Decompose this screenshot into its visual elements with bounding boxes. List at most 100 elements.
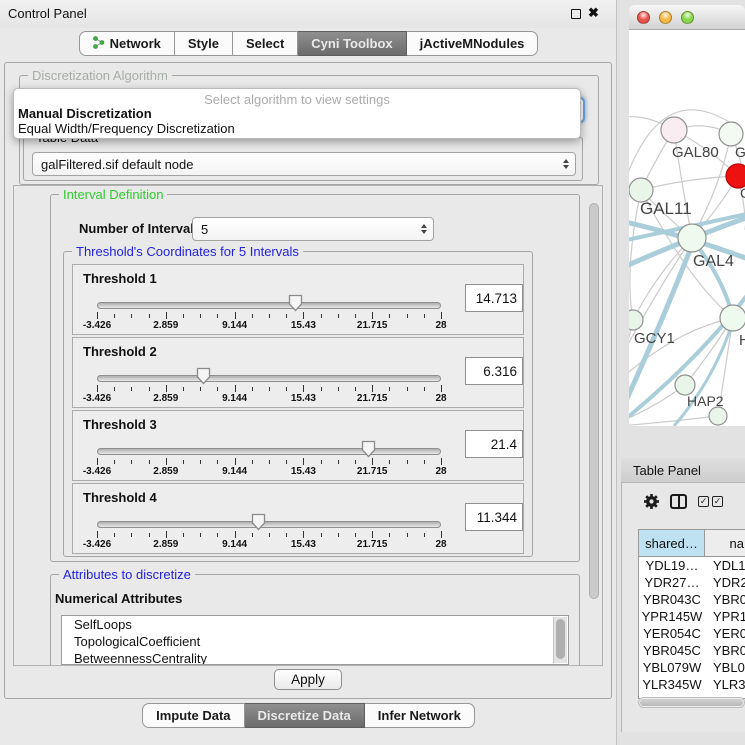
tab-cyni-toolbox[interactable]: Cyni Toolbox <box>298 31 406 56</box>
table-panel-title: Table Panel <box>633 463 701 478</box>
slider-track[interactable] <box>97 302 441 309</box>
slider-thumb[interactable] <box>361 440 376 458</box>
table-cell: YLR3 <box>705 676 745 693</box>
tick-mark <box>252 314 253 318</box>
popup-option-manual-discretization[interactable]: Manual Discretization <box>18 106 152 121</box>
tick-mark <box>252 387 253 391</box>
checkbox-icon[interactable]: ✓ <box>712 496 723 507</box>
network-node[interactable] <box>709 407 727 425</box>
tick-mark <box>97 531 98 538</box>
table-row[interactable]: YBL079WYBL0 <box>639 659 745 676</box>
node-attribute-table: shared…naYDL19…YDL1YDR27…YDR2YBR043CYBR0… <box>638 529 745 699</box>
tick-mark <box>372 312 373 319</box>
network-window-titlebar[interactable] <box>629 5 745 30</box>
table-row[interactable]: YDR27…YDR2 <box>639 574 745 591</box>
slider-thumb[interactable] <box>251 513 266 531</box>
network-canvas[interactable]: GAL80GACGAL11GAL4GCY1HHAP2 <box>629 30 745 426</box>
table-cell: YBL079W <box>639 659 705 676</box>
table-header-name[interactable]: na <box>705 530 745 556</box>
popup-option-equal-width-frequency[interactable]: Equal Width/Frequency Discretization <box>18 121 235 136</box>
network-node-ga[interactable] <box>719 122 743 146</box>
mac-minimize-button[interactable] <box>659 11 672 24</box>
tick-label: 21.715 <box>357 539 388 550</box>
table-cell: YBL0 <box>705 659 745 676</box>
table-cell: YBR045C <box>639 642 705 659</box>
table-horizontal-scrollbar[interactable] <box>638 697 745 708</box>
slider-track[interactable] <box>97 521 441 528</box>
float-window-icon[interactable] <box>571 9 581 19</box>
table-row[interactable]: YBR043CYBR0 <box>639 591 745 608</box>
tab-discretize-data[interactable]: Discretize Data <box>245 703 365 728</box>
numerical-attributes-list[interactable]: SelfLoopsTopologicalCoefficientBetweenne… <box>61 615 569 665</box>
table-header-shared-name[interactable]: shared… <box>639 530 705 556</box>
tab-impute-data[interactable]: Impute Data <box>142 703 244 728</box>
attributes-list-scrollbar[interactable] <box>553 617 567 663</box>
slider-track[interactable] <box>97 375 441 382</box>
table-row[interactable]: YDL19…YDL1 <box>639 557 745 574</box>
threshold-value-field[interactable]: 21.4 <box>465 430 523 458</box>
table-cell: YPR145W <box>639 608 705 625</box>
tick-label: 21.715 <box>357 466 388 477</box>
tick-mark <box>166 458 167 465</box>
table-cell: YDL1 <box>705 557 745 574</box>
threshold-label: Threshold 3 <box>83 417 157 432</box>
table-row[interactable]: YBR045CYBR0 <box>639 642 745 659</box>
tick-mark <box>252 460 253 464</box>
table-row[interactable]: YPR145WYPR1 <box>639 608 745 625</box>
close-icon[interactable]: ✖ <box>588 5 599 21</box>
slider-thumb[interactable] <box>288 294 303 312</box>
split-view-icon[interactable] <box>670 494 687 509</box>
tick-mark <box>441 458 442 465</box>
network-node-gal4[interactable] <box>678 224 706 252</box>
tick-mark <box>355 533 356 537</box>
tab-infer-network[interactable]: Infer Network <box>365 703 475 728</box>
threshold-value-field[interactable]: 14.713 <box>465 284 523 312</box>
tick-label: 2.859 <box>153 393 178 404</box>
network-node-hap2[interactable] <box>675 375 695 395</box>
network-node-gal80[interactable] <box>661 117 687 143</box>
tick-mark <box>321 387 322 391</box>
list-item[interactable]: SelfLoops <box>62 616 568 633</box>
threshold-value-field[interactable]: 11.344 <box>465 503 523 531</box>
tick-label: 15.43 <box>291 393 316 404</box>
mac-zoom-button[interactable] <box>681 11 694 24</box>
tab-network[interactable]: Network <box>79 31 175 56</box>
tick-mark <box>183 533 184 537</box>
apply-row: Apply <box>5 669 611 690</box>
tick-mark <box>97 312 98 319</box>
tick-mark <box>303 385 304 392</box>
checkbox-icon[interactable]: ✓ <box>698 496 709 507</box>
table-data-combo[interactable]: galFiltered.sif default node <box>32 152 576 176</box>
gear-icon[interactable] <box>643 493 660 510</box>
tick-mark <box>235 458 236 465</box>
table-row[interactable]: YER054CYER0 <box>639 625 745 642</box>
tick-mark <box>200 460 201 464</box>
list-item[interactable]: TopologicalCoefficient <box>62 633 568 650</box>
table-cell: YER0 <box>705 625 745 642</box>
tick-label: 9.144 <box>222 320 247 331</box>
tick-mark <box>200 314 201 318</box>
tick-mark <box>338 314 339 318</box>
number-of-intervals-combo[interactable]: 5 <box>192 217 434 241</box>
slider-thumb[interactable] <box>196 367 211 385</box>
tick-mark <box>355 387 356 391</box>
panel-title: Control Panel <box>8 6 87 21</box>
network-node-gcy1[interactable] <box>629 310 643 330</box>
tab-style[interactable]: Style <box>175 31 233 56</box>
tab-jactivemnodules[interactable]: jActiveMNodules <box>407 31 539 56</box>
network-node-h[interactable] <box>720 305 745 331</box>
panel-vertical-scrollbar[interactable] <box>589 203 599 599</box>
tick-mark <box>424 533 425 537</box>
number-of-intervals-value: 5 <box>201 222 208 237</box>
number-of-intervals-label: Number of Intervals <box>79 221 201 236</box>
threshold-row: Threshold 2-3.4262.8599.14415.4321.71528… <box>72 337 524 408</box>
table-data-combo-value: galFiltered.sif default node <box>41 157 193 172</box>
slider-track[interactable] <box>97 448 441 455</box>
tick-label: 2.859 <box>153 539 178 550</box>
table-row[interactable]: YLR345WYLR3 <box>639 676 745 693</box>
apply-button[interactable]: Apply <box>274 669 342 690</box>
mac-close-button[interactable] <box>637 11 650 24</box>
threshold-value-field[interactable]: 6.316 <box>465 357 523 385</box>
tab-select[interactable]: Select <box>233 31 298 56</box>
list-item[interactable]: BetweennessCentrality <box>62 650 568 665</box>
